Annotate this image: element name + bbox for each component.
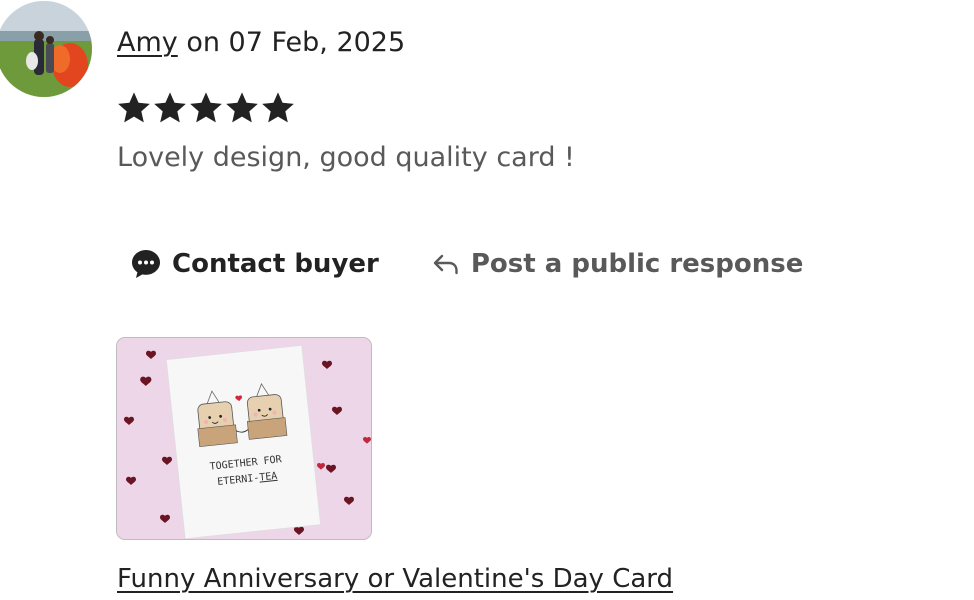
star-icon xyxy=(154,92,186,123)
star-icon xyxy=(226,92,258,123)
review-card: Amy on 07 Feb, 2025 Lovely design, good … xyxy=(0,0,974,600)
chat-bubble-icon xyxy=(130,248,162,280)
post-public-response-button[interactable]: Post a public response xyxy=(431,249,804,279)
reply-arrow-icon xyxy=(431,251,461,277)
star-rating xyxy=(116,90,296,126)
star-icon xyxy=(262,92,294,123)
review-actions: Contact buyer Post a public response xyxy=(130,244,803,284)
review-text: Lovely design, good quality card ! xyxy=(117,142,575,173)
star-icon xyxy=(118,92,150,123)
star-icon xyxy=(190,92,222,123)
review-byline: Amy on 07 Feb, 2025 xyxy=(117,26,405,60)
reviewer-name-link[interactable]: Amy xyxy=(117,27,178,58)
reviewer-avatar[interactable] xyxy=(0,1,92,97)
listing-thumbnail[interactable]: TOGETHER FOR ETERNI-TEA xyxy=(116,337,372,540)
review-date: on 07 Feb, 2025 xyxy=(177,27,406,58)
post-public-response-label: Post a public response xyxy=(470,249,804,279)
listing-title-link[interactable]: Funny Anniversary or Valentine's Day Car… xyxy=(117,562,673,596)
card-text-line2-suffix: TEA xyxy=(259,471,278,484)
contact-buyer-button[interactable]: Contact buyer xyxy=(130,248,379,280)
contact-buyer-label: Contact buyer xyxy=(172,249,379,279)
